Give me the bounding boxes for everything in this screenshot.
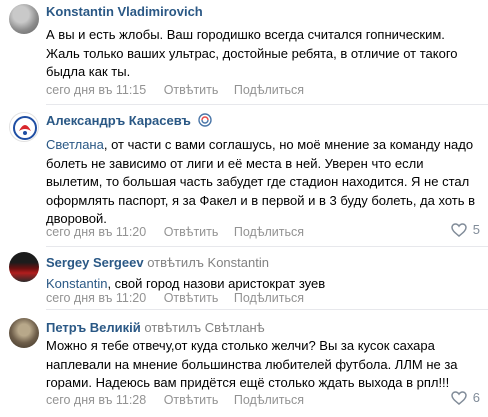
verified-badge-icon xyxy=(197,113,212,127)
comment: Александръ Карасевъ Светлана, от части с… xyxy=(0,104,488,242)
author-name[interactable]: Петръ Великій xyxy=(46,320,141,335)
reply-info: отвѣтилъ Konstantin xyxy=(147,255,269,270)
reply-button[interactable]: Отвѣтить xyxy=(164,83,219,97)
text-line: Светлана, от части с вами соглашусь, но … xyxy=(46,136,478,155)
comment-header: Konstantin Vladimirovich xyxy=(46,4,203,19)
like-button[interactable]: 6 xyxy=(451,390,480,405)
comment-header: Петръ Великій отвѣтилъ Свѣтланѣ xyxy=(46,320,265,335)
comment-header: Александръ Карасевъ xyxy=(46,113,212,128)
heart-icon xyxy=(451,222,467,237)
author-name[interactable]: Konstantin Vladimirovich xyxy=(46,4,203,19)
comment: Петръ Великій отвѣтилъ Свѣтланѣ Можно я … xyxy=(0,309,488,417)
text-line: наплевали на мнение большинства любителе… xyxy=(46,356,458,372)
reply-button[interactable]: Отвѣтить xyxy=(164,393,219,407)
comment: Konstantin Vladimirovich А вы и есть жло… xyxy=(0,0,488,100)
comment-text: Светлана, от части с вами соглашусь, но … xyxy=(46,136,478,229)
avatar[interactable] xyxy=(9,252,39,282)
text-line: А вы и есть жлобы. Ваш городишко всегда … xyxy=(46,27,445,42)
heart-icon xyxy=(451,390,467,405)
comment-meta: сего дня въ 11:28 Отвѣтить Подѣлиться xyxy=(46,393,316,407)
reply-button[interactable]: Отвѣтить xyxy=(164,291,219,305)
comment-meta: сего дня въ 11:20 Отвѣтить Подѣлиться xyxy=(46,291,316,305)
text-line: оформлять паспорт, я за Факел и в первой… xyxy=(46,192,476,208)
share-button[interactable]: Подѣлиться xyxy=(234,83,304,97)
comment-date[interactable]: сего дня въ 11:28 xyxy=(46,393,146,407)
like-button[interactable]: 5 xyxy=(451,222,480,237)
comment-text: А вы и есть жлобы. Ваш городишко всегда … xyxy=(46,26,478,82)
text-fragment: , от части с вами соглашусь, но моё мнен… xyxy=(103,137,474,152)
comment-meta: сего дня въ 11:15 Отвѣтить Подѣлиться xyxy=(46,83,316,97)
share-button[interactable]: Подѣлиться xyxy=(234,291,304,305)
share-button[interactable]: Подѣлиться xyxy=(234,393,304,407)
text-line: быдла как ты. xyxy=(46,64,131,79)
avatar[interactable] xyxy=(9,318,39,348)
author-name[interactable]: Sergey Sergeev xyxy=(46,255,144,270)
reply-target-link[interactable]: Свѣтланѣ xyxy=(205,320,265,335)
author-name[interactable]: Александръ Карасевъ xyxy=(46,113,191,128)
share-button[interactable]: Подѣлиться xyxy=(234,225,304,239)
text-fragment: , свой город назови аристократ зуев xyxy=(107,276,326,291)
reply-word: отвѣтилъ xyxy=(144,320,202,335)
comment-text: Можно я тебе отвечу,от куда столько желч… xyxy=(46,337,478,393)
reply-info: отвѣтилъ Свѣтланѣ xyxy=(144,320,264,335)
likes-count: 5 xyxy=(472,222,480,237)
comment-header: Sergey Sergeev отвѣтилъ Konstantin xyxy=(46,255,269,270)
reply-button[interactable]: Отвѣтить xyxy=(164,225,219,239)
text-line: Можно я тебе отвечу,от куда столько желч… xyxy=(46,338,435,353)
comment-date[interactable]: сего дня въ 11:20 xyxy=(46,291,146,305)
club-logo-icon xyxy=(13,116,37,140)
mention-link[interactable]: Konstantin xyxy=(46,276,107,291)
avatar[interactable] xyxy=(9,112,39,142)
comment-date[interactable]: сего дня въ 11:15 xyxy=(46,83,146,97)
text-line: Жаль только ваших ультрас, достойные реб… xyxy=(46,45,458,61)
reply-target-link[interactable]: Konstantin xyxy=(208,255,269,270)
avatar[interactable] xyxy=(9,4,39,34)
comment-date[interactable]: сего дня въ 11:20 xyxy=(46,225,146,239)
text-line: болеть не зависимо от лиги и её места в … xyxy=(46,155,424,171)
mention-link[interactable]: Светлана xyxy=(46,137,104,152)
likes-count: 6 xyxy=(472,390,480,405)
text-line: вылетим, то большая часть забудет где ст… xyxy=(46,174,470,189)
comment: Sergey Sergeev отвѣтилъ Konstantin Konst… xyxy=(0,246,488,308)
comment-meta: сего дня въ 11:20 Отвѣтить Подѣлиться xyxy=(46,225,316,239)
text-line: горами. Надеюсь вам придётся ещё столько… xyxy=(46,375,450,390)
reply-word: отвѣтилъ xyxy=(147,255,204,270)
